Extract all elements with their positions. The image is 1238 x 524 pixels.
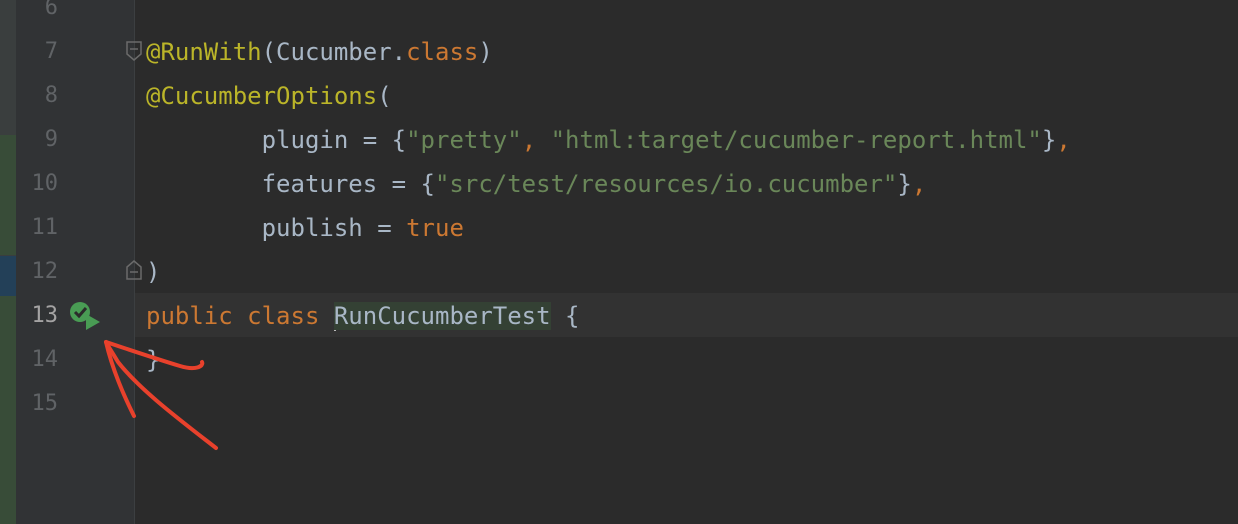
code-token: ) (478, 38, 493, 66)
line-number[interactable]: 7 (16, 30, 58, 74)
code-line[interactable]: ) (146, 250, 160, 294)
run-test-passed-icon[interactable] (68, 300, 102, 330)
vcs-change-marker (0, 296, 16, 524)
code-token: @RunWith (146, 38, 262, 66)
vcs-change-marker (0, 256, 16, 296)
code-token: @CucumberOptions (146, 82, 378, 110)
code-line[interactable]: publish = true (146, 206, 464, 250)
code-token: } (897, 170, 912, 198)
code-line[interactable]: @CucumberOptions( (146, 74, 392, 118)
code-token: class (406, 38, 479, 66)
line-number[interactable]: 14 (16, 338, 59, 382)
code-token: } (1041, 126, 1057, 154)
vcs-change-marker (0, 135, 16, 255)
code-token: "html:target/cucumber-report.html" (550, 126, 1042, 154)
code-line[interactable]: plugin = {"pretty", "html:target/cucumbe… (146, 118, 1071, 162)
code-token: RunCucumberTest (333, 302, 551, 330)
fold-start-icon[interactable] (125, 40, 143, 62)
code-line[interactable]: public class RunCucumberTest { (146, 294, 580, 338)
code-token: ( (377, 82, 392, 110)
code-token: (Cucumber. (261, 38, 407, 66)
code-token: "pretty" (406, 126, 522, 154)
line-number[interactable]: 15 (16, 382, 59, 426)
fold-end-icon[interactable] (125, 259, 143, 281)
line-number[interactable]: 12 (16, 250, 59, 294)
code-token: , (1056, 126, 1071, 154)
code-token: , (911, 170, 927, 198)
code-editor[interactable]: 6 7 8 9 10 11 12 13 14 15 @RunWith(Cucumber.class… (0, 0, 1238, 524)
vcs-change-strip (0, 0, 16, 524)
line-number[interactable]: 10 (16, 162, 59, 206)
line-number[interactable]: 9 (16, 118, 58, 162)
code-line[interactable]: @RunWith(Cucumber.class) (146, 30, 493, 74)
code-token: public class (146, 302, 334, 330)
code-token: true (406, 214, 464, 242)
line-number[interactable]: 11 (16, 206, 59, 250)
code-token: } (146, 346, 161, 374)
line-number[interactable]: 8 (16, 74, 58, 118)
code-token: "src/test/resources/io.cucumber" (434, 170, 898, 198)
code-line[interactable]: features = {"src/test/resources/io.cucum… (146, 162, 927, 206)
line-number[interactable]: 6 (16, 0, 58, 30)
code-line[interactable]: } (146, 338, 160, 382)
code-token: , (521, 126, 551, 154)
code-token: ) (146, 258, 161, 286)
code-token: { (550, 302, 580, 330)
code-token: plugin = { (146, 126, 407, 154)
code-token: features = { (146, 170, 435, 198)
line-number[interactable]: 13 (16, 294, 59, 338)
code-token: publish = (146, 214, 407, 242)
